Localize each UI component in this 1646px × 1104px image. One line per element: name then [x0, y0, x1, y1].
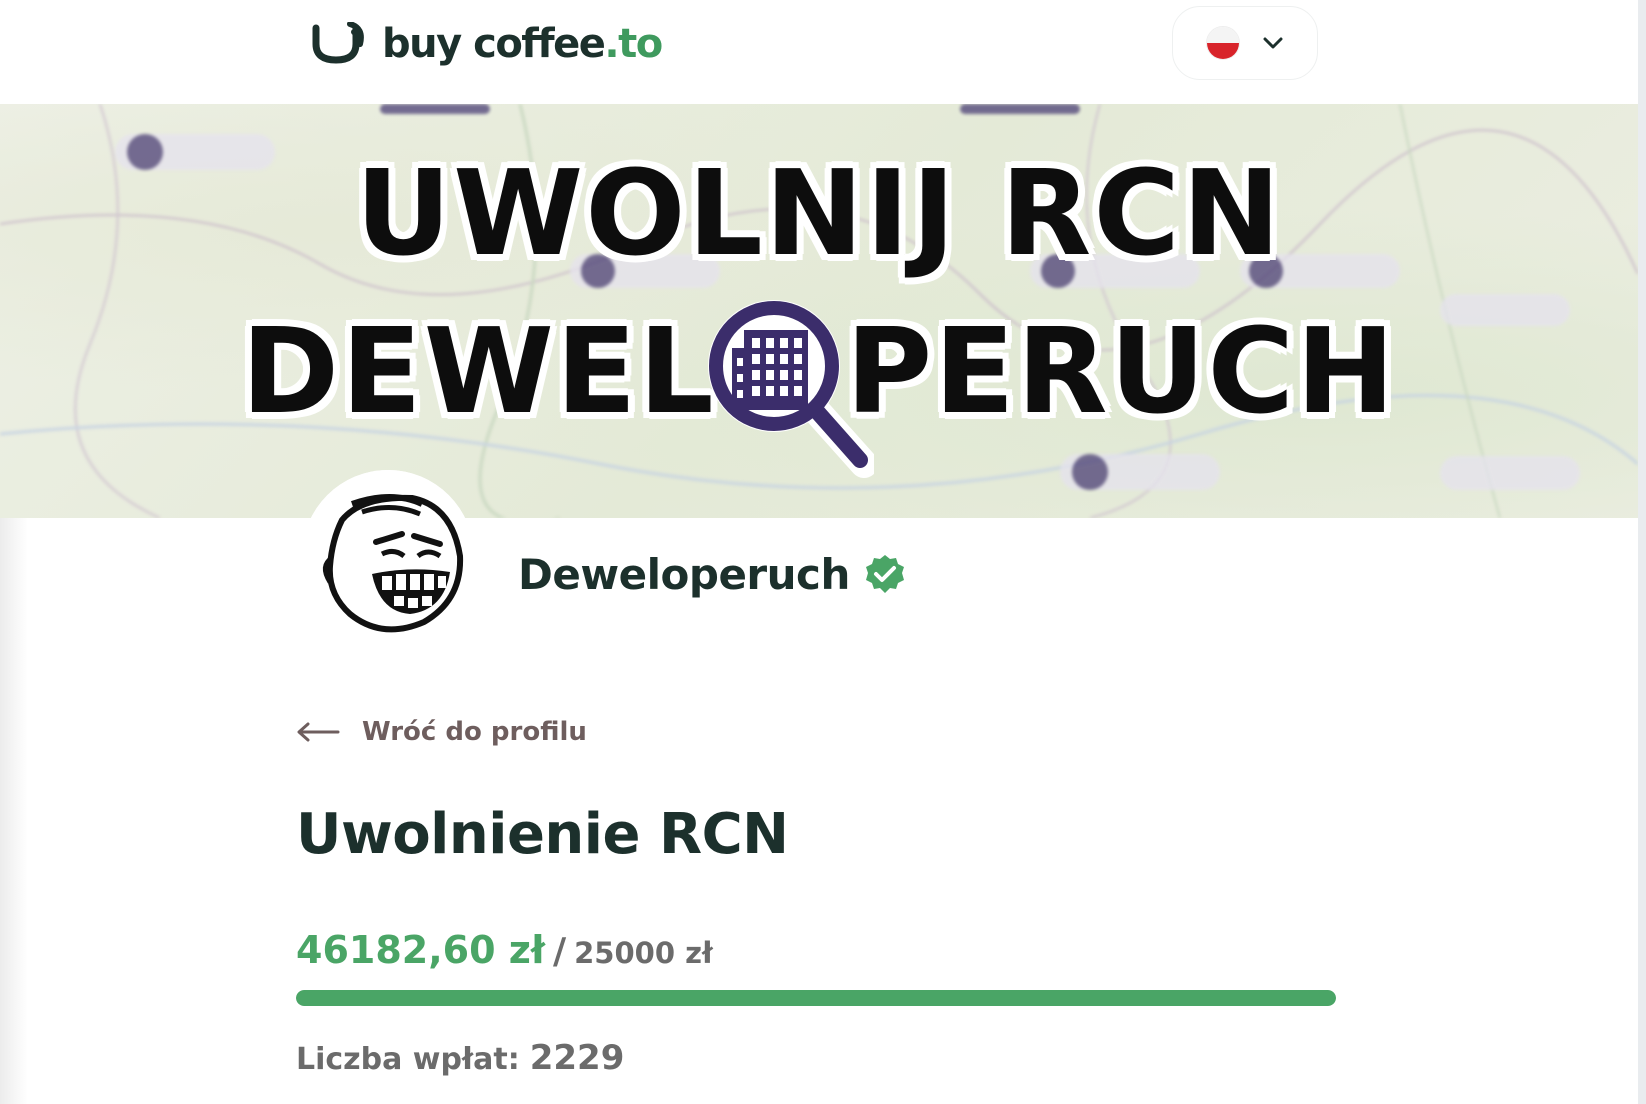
- arrow-left-icon: [297, 722, 340, 742]
- fundraising-amounts: 46182,60 zł / 25000 zł: [296, 928, 713, 972]
- banner-line2-right: PERUCH: [845, 302, 1397, 440]
- profile-name[interactable]: Deweloperuch: [518, 550, 850, 599]
- banner-headline-line2: DEWEL PERUCH: [0, 300, 1638, 478]
- trollface-avatar: [302, 470, 474, 642]
- contributions-count-row: Liczba wpłat: 2229: [296, 1038, 624, 1078]
- back-to-profile-link[interactable]: Wróć do profilu: [296, 712, 587, 752]
- contributions-label: Liczba wpłat:: [296, 1042, 520, 1077]
- amount-separator: /: [552, 931, 567, 972]
- coffee-cup-icon: [312, 22, 364, 64]
- profile-header: Deweloperuch: [518, 546, 906, 602]
- language-selector[interactable]: [1172, 6, 1318, 80]
- poland-flag-icon: [1206, 26, 1240, 60]
- progress-fill: [296, 990, 1336, 1006]
- back-link-label: Wróć do profilu: [362, 717, 587, 747]
- progress-bar: [296, 990, 1336, 1006]
- page-scrollbar-track[interactable]: [1638, 0, 1646, 1104]
- page-title: Uwolnienie RCN: [296, 802, 789, 867]
- contributions-count: 2229: [529, 1038, 625, 1078]
- avatar[interactable]: [302, 470, 474, 642]
- amount-raised: 46182,60 zł: [296, 928, 545, 972]
- logo-text: buy coffee.to: [382, 21, 663, 67]
- magnifier-building-icon: [707, 300, 874, 478]
- banner-line2-left: DEWEL: [241, 302, 716, 440]
- buycoffee-logo[interactable]: buy coffee.to: [310, 14, 663, 74]
- cover-banner: UWOLNIJ RCN DEWEL PERUCH: [0, 104, 1638, 518]
- verified-badge-icon: [865, 555, 904, 593]
- chevron-down-icon: [1263, 37, 1283, 49]
- banner-headline-line1: UWOLNIJ RCN: [355, 144, 1283, 282]
- amount-goal: 25000 zł: [574, 936, 713, 970]
- top-header: buy coffee.to: [0, 0, 1638, 104]
